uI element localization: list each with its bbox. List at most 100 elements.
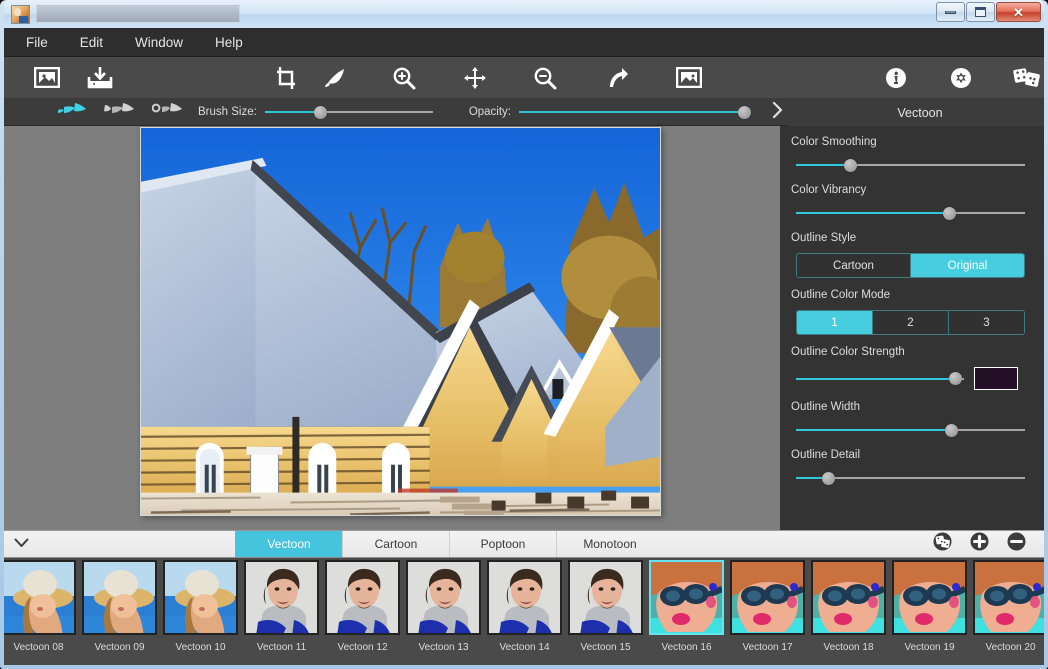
close-button[interactable]: ✕ — [996, 2, 1041, 22]
brush-tool-restore[interactable] — [152, 100, 184, 124]
swimmer-goggles-art — [732, 562, 805, 635]
open-image-button[interactable] — [30, 58, 64, 98]
man-portrait-art — [489, 562, 562, 635]
man-portrait-art — [408, 562, 481, 635]
list-item[interactable]: Vectoon 18 — [808, 558, 889, 665]
brush-size-knob[interactable] — [314, 106, 327, 119]
outline-color-mode-group: Outline Color Mode 1 2 3 — [791, 289, 1030, 335]
tab-cartoon[interactable]: Cartoon — [342, 531, 449, 557]
thumbnail-label: Vectoon 17 — [742, 642, 792, 653]
redo-button[interactable] — [600, 58, 634, 98]
outline-style-option-cartoon[interactable]: Cartoon — [797, 254, 911, 277]
tab-vectoon[interactable]: Vectoon — [235, 531, 342, 557]
thumbnail-label: Vectoon 18 — [823, 642, 873, 653]
retouch-brush-button[interactable] — [318, 58, 352, 98]
list-item[interactable]: Vectoon 20 — [970, 558, 1044, 665]
work-area: Color Smoothing Color Vibrancy — [4, 126, 1044, 530]
outline-width-label: Outline Width — [791, 401, 1030, 413]
thumbnail-label: Vectoon 15 — [580, 642, 630, 653]
menu-window[interactable]: Window — [119, 31, 199, 54]
outline-color-mode-option-2[interactable]: 2 — [873, 311, 949, 334]
list-item[interactable]: Vectoon 10 — [160, 558, 241, 665]
list-item[interactable]: Vectoon 17 — [727, 558, 808, 665]
slider-knob[interactable] — [822, 472, 835, 485]
info-button[interactable] — [879, 58, 913, 98]
expand-panel-button[interactable] — [766, 99, 788, 126]
color-smoothing-group: Color Smoothing — [791, 136, 1030, 173]
outline-width-slider[interactable] — [796, 422, 1025, 438]
brush-tool-apply[interactable] — [56, 100, 88, 124]
menu-file[interactable]: File — [10, 31, 64, 54]
outline-color-mode-option-1[interactable]: 1 — [797, 311, 873, 334]
canvas-artwork — [141, 128, 660, 516]
outline-color-mode-option-3[interactable]: 3 — [949, 311, 1024, 334]
crop-button[interactable] — [269, 58, 303, 98]
dice-icon — [1013, 67, 1041, 89]
effect-parameters-panel: Color Smoothing Color Vibrancy — [780, 126, 1044, 530]
thumbnail-image — [244, 560, 319, 635]
tab-monotoon[interactable]: Monotoon — [556, 531, 663, 557]
random-preset-button[interactable] — [933, 532, 952, 556]
slider-knob[interactable] — [949, 372, 962, 385]
swimmer-goggles-art — [975, 562, 1044, 635]
compare-button[interactable] — [672, 58, 706, 98]
beach-hat-woman-art — [4, 562, 76, 635]
brush-options-toolbar: Brush Size: Opacity: Vectoon — [4, 99, 1044, 126]
main-image-canvas[interactable] — [140, 127, 661, 516]
preset-actions — [933, 531, 1044, 557]
brush-stroke-icon — [322, 66, 348, 90]
outline-color-mode-segmented: 1 2 3 — [796, 310, 1025, 335]
menu-edit[interactable]: Edit — [64, 31, 119, 54]
preset-thumbnail-strip[interactable]: Vectoon 08 Vectoon 09 — [4, 558, 1044, 665]
thumbnail-image — [649, 560, 724, 635]
outline-color-strength-slider[interactable] — [796, 371, 964, 387]
list-item[interactable]: Vectoon 11 — [241, 558, 322, 665]
brush-tool-erase[interactable] — [104, 100, 136, 124]
list-item[interactable]: Vectoon 19 — [889, 558, 970, 665]
beach-hat-woman-art — [165, 562, 238, 635]
zoom-out-icon — [533, 66, 557, 90]
zoom-in-icon — [392, 66, 416, 90]
swimmer-goggles-art — [894, 562, 967, 635]
list-item[interactable]: Vectoon 12 — [322, 558, 403, 665]
brush-erase-icon — [104, 101, 136, 123]
list-item[interactable]: Vectoon 14 — [484, 558, 565, 665]
list-item[interactable]: Vectoon 13 — [403, 558, 484, 665]
zoom-in-button[interactable] — [387, 58, 421, 98]
tab-poptoon[interactable]: Poptoon — [449, 531, 556, 557]
collapse-panel-button[interactable] — [4, 531, 38, 557]
opacity-fill — [519, 111, 744, 113]
add-preset-button[interactable] — [970, 532, 989, 556]
thumbnail-image — [325, 560, 400, 635]
outline-detail-slider[interactable] — [796, 470, 1025, 486]
outline-style-option-original[interactable]: Original — [911, 254, 1024, 277]
opacity-slider[interactable] — [519, 104, 751, 120]
thumbnail-image — [406, 560, 481, 635]
pan-button[interactable] — [458, 58, 492, 98]
slider-knob[interactable] — [844, 159, 857, 172]
slider-knob[interactable] — [945, 424, 958, 437]
list-item[interactable]: Vectoon 08 — [4, 558, 79, 665]
slider-knob[interactable] — [943, 207, 956, 220]
menu-help[interactable]: Help — [199, 31, 259, 54]
list-item[interactable]: Vectoon 15 — [565, 558, 646, 665]
list-item[interactable]: Vectoon 16 — [646, 558, 727, 665]
outline-color-swatch[interactable] — [974, 367, 1018, 390]
outline-detail-label: Outline Detail — [791, 449, 1030, 461]
list-item[interactable]: Vectoon 09 — [79, 558, 160, 665]
color-vibrancy-slider[interactable] — [796, 205, 1025, 221]
settings-button[interactable] — [944, 58, 978, 98]
remove-preset-button[interactable] — [1007, 532, 1026, 556]
maximize-button[interactable] — [966, 2, 995, 22]
save-image-button[interactable] — [83, 58, 117, 98]
thumbnail-image — [4, 560, 76, 635]
window-controls: ✕ — [936, 2, 1041, 22]
color-smoothing-slider[interactable] — [796, 157, 1025, 173]
randomize-button[interactable] — [1010, 58, 1044, 98]
opacity-knob[interactable] — [738, 106, 751, 119]
outline-color-strength-label: Outline Color Strength — [791, 346, 1030, 358]
brush-size-slider[interactable] — [265, 104, 433, 120]
slider-fill — [796, 212, 949, 214]
zoom-out-button[interactable] — [529, 58, 563, 98]
minimize-button[interactable] — [936, 2, 965, 22]
